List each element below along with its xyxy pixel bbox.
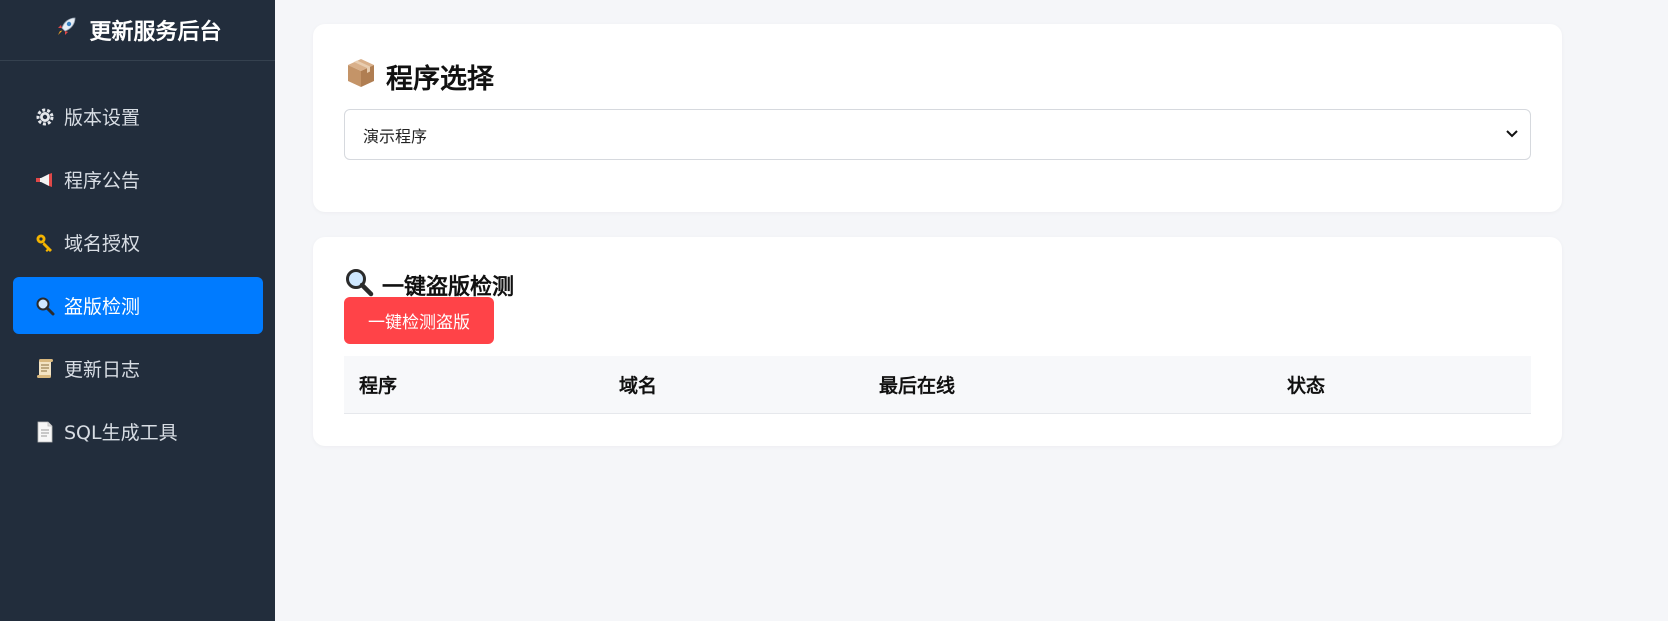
sidebar-item-label: 版本设置	[64, 107, 141, 129]
sidebar-nav: 版本设置 程序公告 域名授权 盗版检测 更新日志 SQL生成工具	[0, 61, 275, 460]
key-icon	[32, 230, 58, 256]
piracy-check-title-text: 一键盗版检测	[382, 275, 515, 300]
column-header-domain: 域名	[604, 356, 864, 414]
brand: 更新服务后台	[0, 0, 275, 61]
program-select-title: 程序选择	[344, 56, 1531, 96]
magnifier-icon	[32, 293, 58, 319]
column-header-program: 程序	[344, 356, 604, 414]
sidebar-item-sql-tool[interactable]: SQL生成工具	[13, 403, 263, 460]
sidebar-item-piracy-check[interactable]: 盗版检测	[13, 277, 263, 334]
chevron-down-icon	[1504, 125, 1520, 145]
piracy-table: 程序 域名 最后在线 状态	[344, 356, 1531, 414]
column-header-status: 状态	[1272, 356, 1531, 414]
sidebar-item-label: 域名授权	[64, 233, 141, 255]
scroll-icon	[32, 356, 58, 382]
sidebar-item-label: 程序公告	[64, 170, 141, 192]
program-select-title-text: 程序选择	[386, 63, 494, 95]
sidebar-item-domain-auth[interactable]: 域名授权	[13, 214, 263, 271]
program-select-value: 演示程序	[363, 126, 428, 146]
magnifier-icon	[344, 267, 374, 303]
brand-title: 更新服务后台	[89, 20, 222, 45]
program-select-dropdown[interactable]: 演示程序	[344, 109, 1531, 160]
sidebar-item-label: 盗版检测	[64, 296, 141, 318]
table-header-row: 程序 域名 最后在线 状态	[344, 356, 1531, 414]
rocket-icon	[53, 14, 79, 46]
piracy-check-title: 一键盗版检测	[344, 269, 1531, 301]
sidebar-item-version-settings[interactable]: 版本设置	[13, 88, 263, 145]
detect-piracy-button[interactable]: 一键检测盗版	[344, 297, 494, 344]
column-header-last-online: 最后在线	[864, 356, 1272, 414]
gear-icon	[32, 104, 58, 130]
sidebar-item-announcement[interactable]: 程序公告	[13, 151, 263, 208]
package-icon	[344, 56, 378, 97]
megaphone-icon	[32, 167, 58, 193]
document-icon	[32, 419, 58, 445]
program-select-card: 程序选择 演示程序	[313, 24, 1562, 212]
sidebar-item-label: 更新日志	[64, 359, 141, 381]
piracy-check-card: 一键盗版检测 一键检测盗版 程序 域名 最后在线 状态	[313, 237, 1562, 446]
main-content: 程序选择 演示程序 一键盗版检测 一键检测盗版 程序 域名 最后在线 状态	[275, 0, 1668, 621]
sidebar-item-label: SQL生成工具	[64, 422, 178, 444]
sidebar: 更新服务后台 版本设置 程序公告 域名授权 盗版检测 更新日志 SQL生成工具	[0, 0, 275, 621]
sidebar-item-changelog[interactable]: 更新日志	[13, 340, 263, 397]
app-root: 更新服务后台 版本设置 程序公告 域名授权 盗版检测 更新日志 SQL生成工具 …	[0, 0, 1668, 621]
